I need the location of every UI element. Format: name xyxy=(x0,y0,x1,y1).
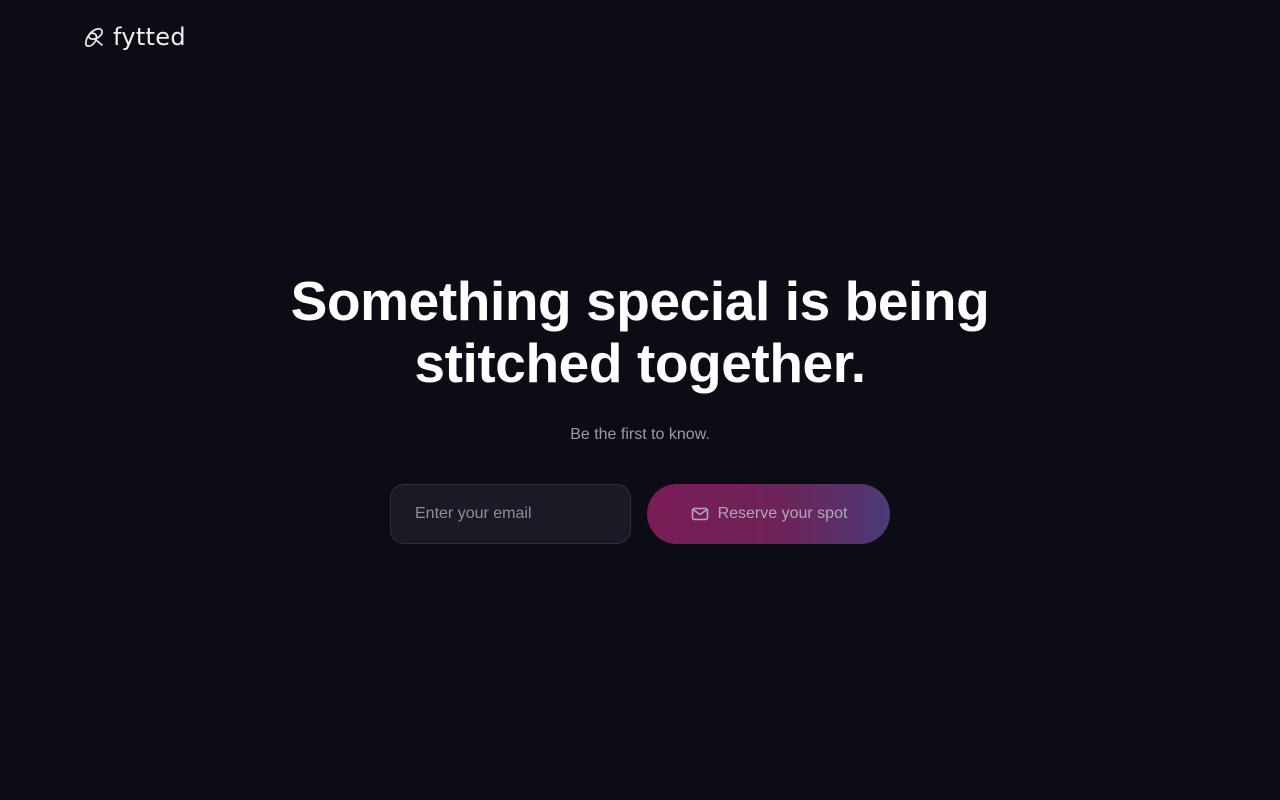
mail-icon xyxy=(690,504,710,524)
landing-page: fytted Something special is being stitch… xyxy=(0,0,1280,800)
signup-form: Reserve your spot xyxy=(390,484,890,544)
brand-logo[interactable]: fytted xyxy=(82,22,186,52)
hero-headline: Something special is being stitched toge… xyxy=(260,270,1020,394)
email-input[interactable] xyxy=(390,484,631,544)
headline-line-2: stitched together. xyxy=(414,332,866,394)
hero-subtitle: Be the first to know. xyxy=(570,426,710,443)
reserve-spot-button[interactable]: Reserve your spot xyxy=(647,484,890,544)
brand-name: fytted xyxy=(113,23,186,51)
headline-line-1: Something special is being xyxy=(290,270,990,332)
reserve-spot-label: Reserve your spot xyxy=(717,505,848,522)
stitch-loop-icon xyxy=(82,25,106,49)
hero-section: Something special is being stitched toge… xyxy=(0,270,1280,446)
